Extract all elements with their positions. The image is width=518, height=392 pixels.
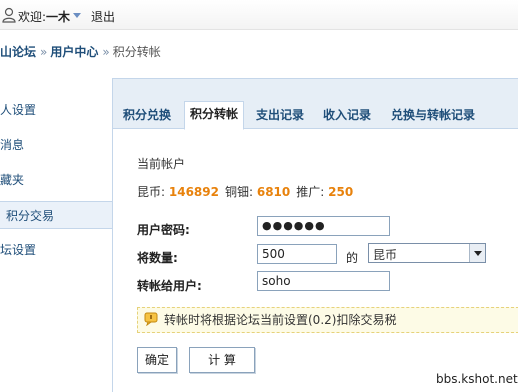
tab-points-transfer[interactable]: 积分转帐 [184,101,245,130]
breadcrumb-user-center[interactable]: 用户中心 [50,45,98,59]
calculate-button[interactable]: 计 算 [189,347,255,373]
password-label: 用户密码: [137,223,190,237]
balance-name: 推广: [296,185,325,199]
notice-text: 转帐时将根据论坛当前设置(0.2)扣除交易税 [164,313,397,327]
info-speech-icon [144,312,158,326]
sidebar-item-forum-settings[interactable]: 坛设置 [0,236,112,264]
tab-points-exchange[interactable]: 积分兑换 [123,105,171,129]
password-field[interactable]: ●●●●●● [257,216,390,236]
tax-notice: 转帐时将根据论坛当前设置(0.2)扣除交易税 [137,307,518,333]
amount-field[interactable]: 500 [257,244,337,264]
tab-income-records[interactable]: 收入记录 [323,105,371,129]
breadcrumb-separator: » [102,45,110,59]
currency-selected-value: 昆币 [373,248,398,262]
recipient-field[interactable]: soho [257,271,390,291]
balance-name: 昆币: [137,185,166,199]
username[interactable]: 一木 [46,10,70,24]
chevron-down-icon[interactable] [469,244,485,262]
main-panel: 积分兑换 积分转帐 支出记录 收入记录 兑换与转帐记录 当前帐户 昆币: 146… [112,78,518,392]
current-account-label: 当前帐户 [137,157,186,171]
amount-label: 将数量: [137,251,178,265]
confirm-button[interactable]: 确定 [137,347,177,373]
greeting: 欢迎:一木 [18,8,70,25]
balance-name: 铜钿: [224,185,254,199]
logout-link[interactable]: 退出 [91,8,115,25]
sidebar-item-messages[interactable]: 消息 [0,131,112,159]
breadcrumb-separator: » [40,45,48,59]
breadcrumb: 山论坛» 用户中心» 积分转帐 [0,43,161,59]
sidebar: 人设置 消息 藏夹 积分交易 坛设置 [0,78,112,392]
chevron-down-icon[interactable] [73,13,81,18]
balance-value: 146892 [168,185,219,199]
tab-exchange-transfer-records[interactable]: 兑换与转帐记录 [391,105,475,129]
sidebar-item-personal-settings[interactable]: 人设置 [0,96,112,124]
tab-expense-records[interactable]: 支出记录 [256,105,304,129]
recipient-label: 转帐给用户: [137,279,202,293]
balance-value: 250 [328,185,354,199]
top-bar: 欢迎:一木 退出 [0,0,518,30]
watermark-text: bbs.kshot.net [436,372,518,386]
breadcrumb-forum[interactable]: 山论坛 [0,45,36,59]
of-label: 的 [346,251,359,265]
breadcrumb-current: 积分转帐 [112,45,161,59]
tab-bar: 积分兑换 积分转帐 支出记录 收入记录 兑换与转帐记录 [113,79,518,130]
account-balances: 昆币: 146892 铜钿: 6810 推广: 250 [137,183,353,200]
user-icon [2,7,16,23]
sidebar-item-favorites[interactable]: 藏夹 [0,166,112,194]
balance-value: 6810 [256,185,291,199]
sidebar-item-points-trade[interactable]: 积分交易 [0,201,112,229]
greeting-label: 欢迎: [18,10,47,24]
currency-select[interactable]: 昆币 [368,243,486,263]
